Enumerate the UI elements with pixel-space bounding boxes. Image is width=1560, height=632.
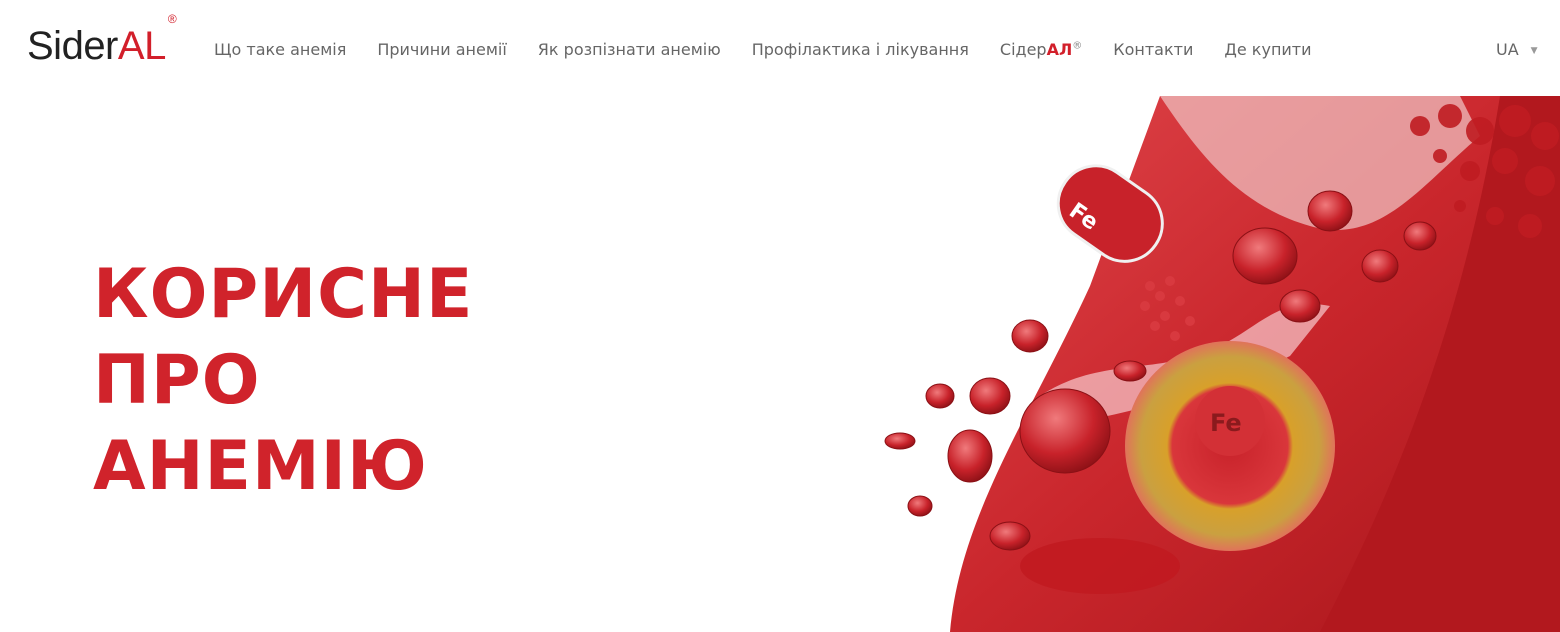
logo[interactable]: SiderAL® <box>27 12 177 69</box>
nav-causes[interactable]: Причини анемії <box>377 40 506 59</box>
liposome-fe-label: Fe <box>1210 409 1242 437</box>
nav-sideral-accent: АЛ <box>1046 40 1073 59</box>
caret-down-icon: ▼ <box>1530 46 1538 56</box>
main-nav: Що таке анемія Причини анемії Як розпізн… <box>214 40 1343 59</box>
nav-sideral[interactable]: СідерАЛ® <box>1000 40 1082 59</box>
language-value: UA <box>1496 40 1519 59</box>
hero-blood-cells-illustration: Fe Fe <box>884 96 1560 632</box>
nav-what-is-anemia[interactable]: Що таке анемія <box>214 40 346 59</box>
hero-title-line: ПРО <box>93 341 261 420</box>
language-select[interactable]: UA ▼ <box>1496 40 1538 59</box>
hero-title: КОРИСНЕ ПРО АНЕМІЮ <box>93 252 473 510</box>
hero-title-line: КОРИСНЕ <box>93 255 474 334</box>
nav-prevention[interactable]: Профілактика і лікування <box>752 40 969 59</box>
liposome: Fe <box>1125 341 1335 551</box>
nav-contacts[interactable]: Контакти <box>1113 40 1193 59</box>
nav-where-to-buy[interactable]: Де купити <box>1224 40 1311 59</box>
registered-mark: ® <box>167 11 177 26</box>
hero-title-line: АНЕМІЮ <box>93 427 428 506</box>
logo-accent: AL <box>117 24 166 68</box>
nav-sideral-prefix: Сідер <box>999 40 1047 59</box>
registered-mark: ® <box>1072 40 1083 52</box>
nav-recognize[interactable]: Як розпізнати анемію <box>538 40 721 59</box>
logo-text: Sider <box>27 24 118 68</box>
site-header: SiderAL® Що таке анемія Причини анемії Я… <box>0 0 1560 96</box>
